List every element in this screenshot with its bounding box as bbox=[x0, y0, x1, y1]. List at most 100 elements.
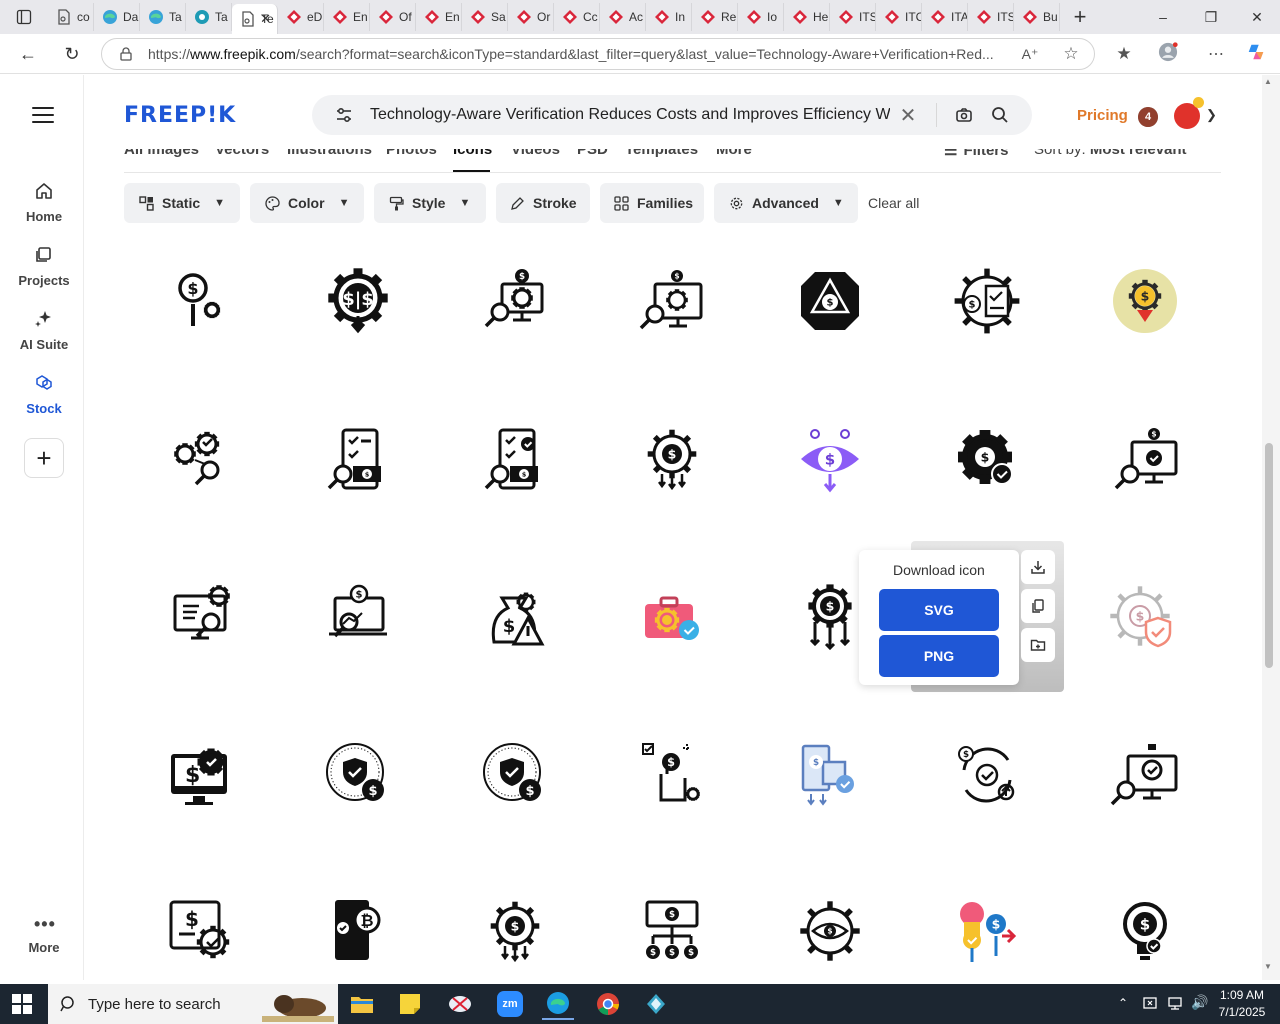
tab-icons[interactable]: Icons bbox=[453, 149, 492, 158]
network-icon[interactable] bbox=[1167, 995, 1183, 1016]
monitor-dollar-gear-icon[interactable]: $ bbox=[165, 740, 235, 810]
browser-tab[interactable]: Bu bbox=[1014, 3, 1060, 31]
search-icon[interactable] bbox=[990, 105, 1010, 125]
lightbulb-dollar-icon[interactable]: $ bbox=[1110, 896, 1180, 966]
windows-start-icon[interactable] bbox=[12, 994, 32, 1019]
site-info-icon[interactable] bbox=[116, 44, 136, 64]
search-input[interactable]: Technology-Aware Verification Reduces Co… bbox=[370, 106, 890, 124]
browser-tab[interactable]: ITA bbox=[922, 3, 968, 31]
tab-all-images[interactable]: All images bbox=[124, 149, 199, 158]
sidebar-item-home[interactable]: Home bbox=[4, 181, 84, 224]
download-svg-button[interactable]: SVG bbox=[879, 589, 999, 631]
browser-tab[interactable]: Io bbox=[738, 3, 784, 31]
favorites-icon[interactable]: ★ bbox=[1114, 44, 1134, 64]
add-to-collection-icon[interactable] bbox=[1021, 628, 1055, 662]
copy-icon[interactable] bbox=[1021, 589, 1055, 623]
laptop-money-growth-icon[interactable]: $ bbox=[323, 582, 393, 652]
money-machine-check-icon[interactable]: $ bbox=[795, 740, 865, 810]
notification-badge[interactable]: 4 bbox=[1138, 107, 1158, 127]
checklist-money-search-icon[interactable]: $ bbox=[480, 424, 550, 494]
download-icon[interactable] bbox=[1021, 550, 1055, 584]
eye-dollar-icon[interactable]: $ bbox=[795, 424, 865, 494]
briefcase-gear-check-icon[interactable] bbox=[637, 582, 707, 652]
refresh-button[interactable]: ↻ bbox=[57, 40, 87, 68]
sidebar-item-projects[interactable]: Projects bbox=[4, 245, 84, 288]
copilot-icon[interactable] bbox=[1246, 42, 1266, 62]
browser-tab[interactable]: Ta bbox=[186, 3, 232, 31]
banknote-flow-icon[interactable]: $ $ $ $ bbox=[637, 896, 707, 966]
zoom-app-icon[interactable]: zm bbox=[494, 988, 526, 1020]
gear-dollar-arrows-icon[interactable]: $ bbox=[480, 896, 550, 966]
browser-tab[interactable]: En bbox=[416, 3, 462, 31]
browser-tab[interactable]: ITC bbox=[876, 3, 922, 31]
browser-tab[interactable]: ITS bbox=[830, 3, 876, 31]
tab-illustrations[interactable]: Illustrations bbox=[287, 149, 372, 158]
sidebar-item-stock[interactable]: Stock bbox=[4, 373, 84, 416]
browser-tab[interactable]: En bbox=[324, 3, 370, 31]
browser-tab[interactable]: In bbox=[646, 3, 692, 31]
avatar[interactable] bbox=[1174, 97, 1204, 129]
clear-search-icon[interactable]: ✕ bbox=[898, 105, 918, 127]
tab-photos[interactable]: Photos bbox=[386, 149, 437, 158]
octagon-dollar-triangle-icon[interactable]: $ bbox=[795, 266, 865, 336]
monitor-gear-growth-icon[interactable] bbox=[165, 582, 235, 652]
minimize-button[interactable]: – bbox=[1140, 0, 1186, 34]
browser-tab[interactable]: co bbox=[48, 3, 94, 31]
search-settings-icon[interactable] bbox=[334, 105, 354, 125]
close-window-button[interactable]: ✕ bbox=[1234, 0, 1280, 34]
freepik-logo[interactable]: FREEP!K bbox=[124, 103, 236, 128]
system-tray-chevron-icon[interactable]: ⌃ bbox=[1118, 996, 1128, 1010]
edge-browser-icon[interactable] bbox=[542, 988, 574, 1020]
file-explorer-icon[interactable] bbox=[346, 988, 378, 1020]
read-aloud-icon[interactable]: A⁺ bbox=[1020, 44, 1040, 64]
money-exchange-check-icon[interactable]: $ bbox=[952, 896, 1022, 966]
cycle-check-icon[interactable]: $ bbox=[952, 740, 1022, 810]
favorite-star-icon[interactable]: ☆ bbox=[1061, 44, 1081, 64]
filters-toggle[interactable]: ☰ Filters bbox=[944, 149, 1008, 159]
phone-bitcoin-search-icon[interactable]: ₿ bbox=[323, 896, 393, 966]
volume-icon[interactable]: 🔊 bbox=[1191, 994, 1208, 1011]
tab-videos[interactable]: Videos bbox=[511, 149, 560, 158]
browser-tab[interactable]: Re bbox=[692, 3, 738, 31]
dial-shield-dollar-icon[interactable]: $ bbox=[323, 740, 393, 810]
menu-icon[interactable] bbox=[32, 107, 54, 123]
filter-stroke[interactable]: Stroke bbox=[496, 183, 590, 223]
browser-tab[interactable]: Te ✕ bbox=[232, 4, 278, 34]
taskbar-search[interactable]: Type here to search bbox=[48, 984, 338, 1024]
taskbar-clock[interactable]: 1:09 AM 7/1/2025 bbox=[1212, 987, 1272, 1021]
sidebar-item-more[interactable]: ••• More bbox=[4, 915, 84, 955]
browser-tab[interactable]: Of bbox=[370, 3, 416, 31]
browser-tab[interactable]: He bbox=[784, 3, 830, 31]
pricing-link[interactable]: Pricing bbox=[1077, 107, 1128, 124]
browser-tab[interactable]: Or bbox=[508, 3, 554, 31]
tab-templates[interactable]: Templates bbox=[625, 149, 698, 158]
clear-all-link[interactable]: Clear all bbox=[868, 195, 919, 211]
gear-dollar-icon[interactable]: $|$ bbox=[323, 266, 393, 336]
moneybag-warning-icon[interactable]: $ bbox=[480, 582, 550, 652]
filter-style[interactable]: Style ▼ bbox=[374, 183, 486, 223]
dollar-badge-icon[interactable]: $ bbox=[1110, 266, 1180, 336]
tab-actions-icon[interactable] bbox=[0, 0, 48, 34]
add-button[interactable]: + bbox=[24, 438, 64, 478]
browser-tab[interactable]: Da bbox=[94, 3, 140, 31]
hand-dollar-checklist-icon[interactable]: $ bbox=[637, 740, 707, 810]
url-field[interactable]: https://www.freepik.com/search?format=se… bbox=[101, 38, 1095, 70]
sidebar-item-ai-suite[interactable]: AI Suite bbox=[4, 309, 84, 352]
profile-icon[interactable] bbox=[1158, 42, 1178, 62]
more-options-icon[interactable]: ⋯ bbox=[1206, 44, 1226, 64]
scroll-up-icon[interactable]: ▲ bbox=[1264, 77, 1272, 86]
gear-dollar-arrows-down-icon[interactable]: $ bbox=[795, 582, 865, 652]
monitor-moneybag-search-icon[interactable]: $ bbox=[480, 266, 550, 336]
download-png-button[interactable]: PNG bbox=[879, 635, 999, 677]
tab-more[interactable]: More bbox=[716, 149, 752, 158]
snipping-tool-icon[interactable] bbox=[444, 988, 476, 1020]
dial-shield-dollar-icon[interactable]: $ bbox=[480, 740, 550, 810]
browser-tab[interactable]: eD bbox=[278, 3, 324, 31]
app-diamond-icon[interactable] bbox=[640, 988, 672, 1020]
browser-tab[interactable]: Ta bbox=[140, 3, 186, 31]
back-button[interactable]: ← bbox=[13, 40, 43, 68]
scrollbar-thumb[interactable] bbox=[1265, 443, 1273, 668]
monitor-moneybag-gear-icon[interactable]: $ bbox=[637, 266, 707, 336]
new-tab-button[interactable]: + bbox=[1060, 0, 1100, 34]
gear-eye-icon[interactable]: $ bbox=[795, 896, 865, 966]
